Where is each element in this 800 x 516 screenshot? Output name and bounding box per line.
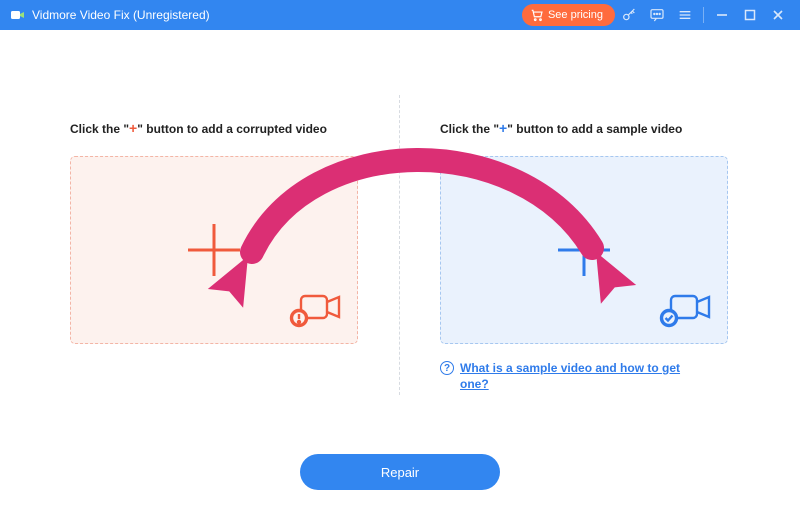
sample-hint: Click the "+" button to add a sample vid… <box>440 120 730 136</box>
help-icon: ? <box>440 361 454 375</box>
app-logo-icon <box>10 7 26 23</box>
cart-icon <box>530 8 544 22</box>
window-title: Vidmore Video Fix (Unregistered) <box>32 8 210 22</box>
plus-icon <box>550 216 618 284</box>
corrupted-hint: Click the "+" button to add a corrupted … <box>70 120 360 136</box>
corrupted-video-column: Click the "+" button to add a corrupted … <box>70 120 360 392</box>
see-pricing-button[interactable]: See pricing <box>522 4 615 26</box>
title-bar: Vidmore Video Fix (Unregistered) See pri… <box>0 0 800 30</box>
main-content: Click the "+" button to add a corrupted … <box>0 30 800 516</box>
maximize-button[interactable] <box>736 0 764 30</box>
key-icon[interactable] <box>615 0 643 30</box>
camera-alert-icon <box>289 288 345 333</box>
plus-icon <box>180 216 248 284</box>
minimize-button[interactable] <box>708 0 736 30</box>
sample-video-help-link[interactable]: What is a sample video and how to get on… <box>460 360 700 392</box>
feedback-icon[interactable] <box>643 0 671 30</box>
sample-video-column: Click the "+" button to add a sample vid… <box>440 120 730 392</box>
add-corrupted-video-button[interactable] <box>70 156 358 344</box>
menu-icon[interactable] <box>671 0 699 30</box>
help-link-row: ? What is a sample video and how to get … <box>440 360 730 392</box>
repair-button[interactable]: Repair <box>300 454 500 490</box>
close-button[interactable] <box>764 0 792 30</box>
titlebar-divider <box>703 7 704 23</box>
vertical-divider <box>399 95 400 395</box>
add-sample-video-button[interactable] <box>440 156 728 344</box>
camera-check-icon <box>659 288 715 333</box>
